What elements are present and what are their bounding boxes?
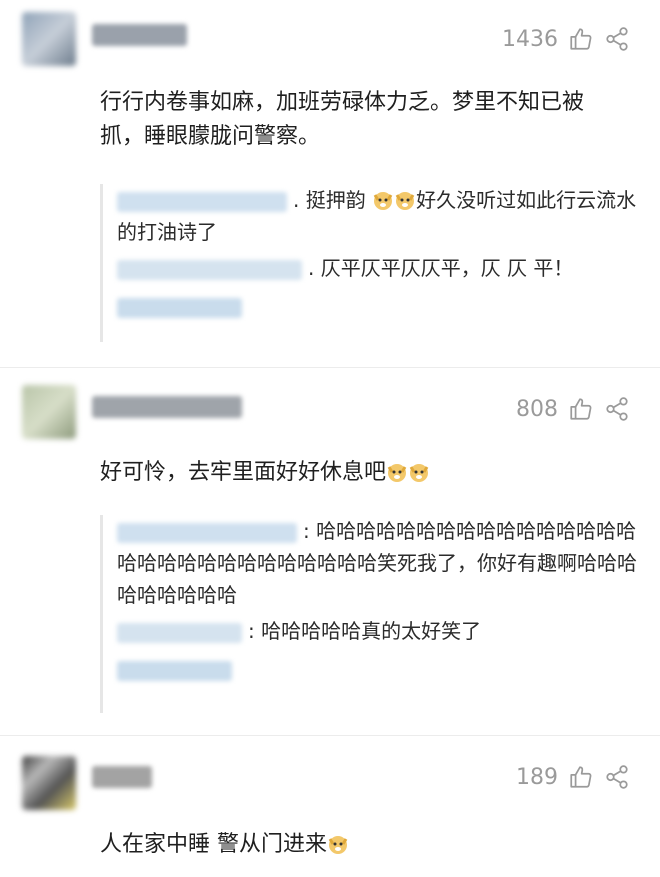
thumbs-up-icon[interactable]	[568, 26, 594, 52]
doge-emoji-icon	[373, 192, 393, 210]
reply-username-blurred	[117, 191, 287, 212]
comment-meta: 189	[516, 764, 630, 790]
comment-meta: 808	[516, 396, 630, 422]
reply-text: 哈哈哈哈哈真的太好笑了	[261, 619, 482, 643]
reply-text: 仄平仄平仄仄平，仄 仄 平！	[320, 256, 574, 280]
reply-text-part1: 挺押韵	[305, 188, 366, 212]
username-blurred[interactable]	[92, 766, 152, 788]
comment-text-content: 人在家中睡 警从门进来	[100, 832, 327, 857]
doge-emoji-icon	[387, 464, 407, 482]
like-count: 1436	[502, 26, 558, 52]
reply-username-blurred	[117, 522, 297, 543]
doge-emoji-icon	[328, 836, 348, 854]
reply-thread: . 挺押韵 好久没听过如此行云流水的打油诗了 . 仄平仄平仄仄平，仄 仄 平！	[100, 184, 637, 342]
comment-meta: 1436	[502, 26, 630, 52]
share-icon[interactable]	[604, 396, 630, 422]
like-count: 808	[516, 396, 558, 422]
doge-emoji-icon	[409, 464, 429, 482]
view-more-replies-blurred[interactable]	[117, 290, 637, 322]
share-icon[interactable]	[604, 764, 630, 790]
reply-item[interactable]: . 仄平仄平仄仄平，仄 仄 平！	[117, 252, 637, 284]
view-more-replies-blurred[interactable]	[117, 653, 637, 685]
divider	[0, 735, 660, 736]
share-icon[interactable]	[604, 26, 630, 52]
username-blurred[interactable]	[92, 396, 242, 418]
like-count: 189	[516, 764, 558, 790]
reply-username-blurred	[117, 259, 302, 280]
avatar[interactable]	[22, 756, 76, 810]
avatar[interactable]	[22, 385, 76, 439]
reply-username-blurred	[117, 622, 242, 643]
divider	[0, 367, 660, 368]
reply-item[interactable]: . 挺押韵 好久没听过如此行云流水的打油诗了	[117, 184, 637, 248]
thumbs-up-icon[interactable]	[568, 396, 594, 422]
comment-text: 人在家中睡 警从门进来	[100, 828, 625, 862]
reply-item[interactable]: : 哈哈哈哈哈哈哈哈哈哈哈哈哈哈哈哈哈哈哈哈哈哈哈哈哈哈哈哈哈笑死我了，你好有趣…	[117, 515, 637, 611]
comment-text: 好可怜，去牢里面好好休息吧	[100, 456, 625, 490]
username-blurred[interactable]	[92, 24, 187, 46]
thumbs-up-icon[interactable]	[568, 764, 594, 790]
reply-thread: : 哈哈哈哈哈哈哈哈哈哈哈哈哈哈哈哈哈哈哈哈哈哈哈哈哈哈哈哈哈笑死我了，你好有趣…	[100, 515, 637, 713]
comment-text: 行行内卷事如麻，加班劳碌体力乏。梦里不知已被抓，睡眼朦胧问警察。	[100, 90, 585, 149]
doge-emoji-icon	[395, 192, 415, 210]
reply-item[interactable]: : 哈哈哈哈哈真的太好笑了	[117, 615, 637, 647]
avatar[interactable]	[22, 12, 76, 66]
comment-text-content: 好可怜，去牢里面好好休息吧	[100, 460, 387, 485]
